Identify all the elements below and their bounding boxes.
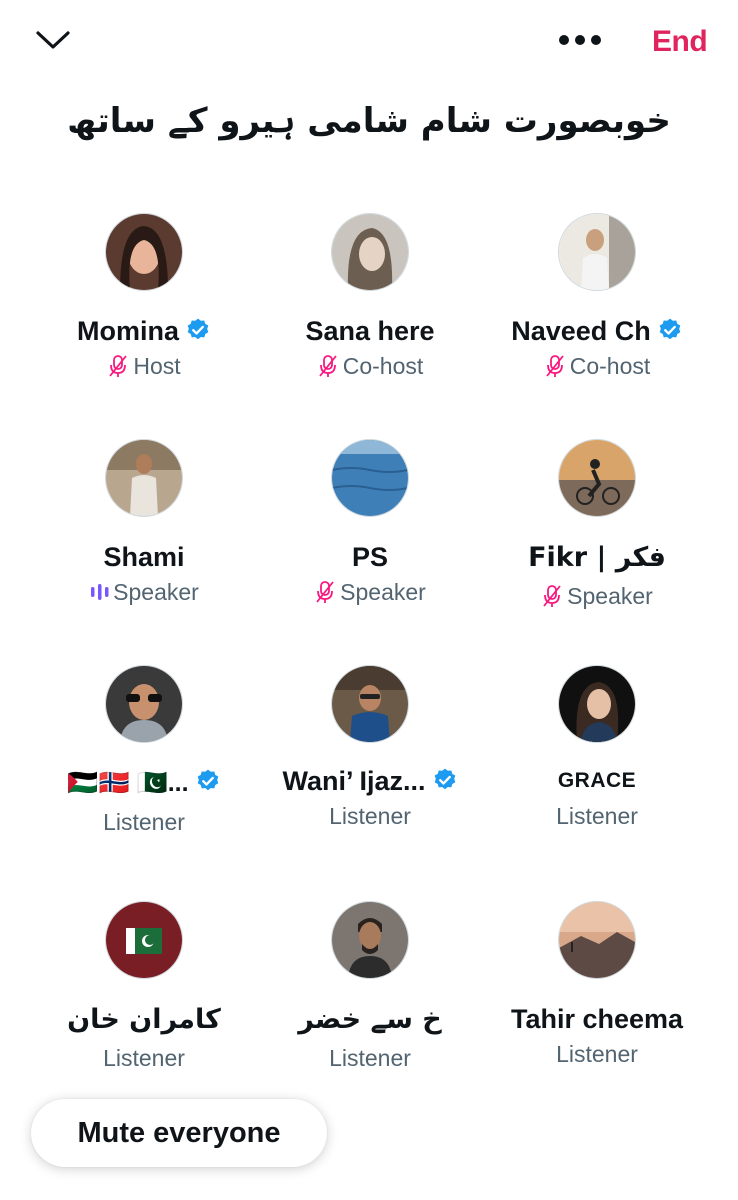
participant-name: Naveed Ch — [511, 316, 651, 346]
avatar — [105, 213, 183, 291]
avatar — [105, 665, 183, 743]
participant-flags[interactable]: 🇵🇸🇳🇴 🇵🇰... Listener — [24, 657, 264, 837]
mute-everyone-button[interactable]: Mute everyone — [31, 1099, 327, 1167]
participant-role: Listener — [556, 1041, 638, 1067]
participant-role: Co-host — [342, 353, 424, 379]
participant-wani-ijaz[interactable]: Wani’ Ijaz... Listener — [250, 657, 490, 831]
participant-kamran-khan[interactable]: کامران خان Listener — [24, 893, 264, 1073]
avatar — [558, 665, 636, 743]
participant-name: Tahir cheema — [510, 1004, 684, 1034]
space-title: خوبصورت شام شامی ہیرو کے ساتھ — [67, 101, 671, 141]
participant-role: Listener — [329, 1045, 411, 1071]
participant-ps[interactable]: PS Speaker — [250, 431, 490, 607]
avatar — [331, 439, 409, 517]
participant-name: PS — [351, 542, 389, 572]
participant-row: Momina Host Sana here Co-host Naveed Ch … — [0, 205, 738, 431]
participant-row: 🇵🇸🇳🇴 🇵🇰... Listener Wani’ Ijaz... Listen… — [0, 657, 738, 893]
end-space-button[interactable]: End — [652, 22, 708, 62]
participant-naveed-ch[interactable]: Naveed Ch Co-host — [477, 205, 717, 381]
participant-name: کامران خان — [67, 1004, 221, 1035]
avatar — [105, 901, 183, 979]
participant-role: Speaker — [340, 579, 426, 605]
participant-row: Shami Speaker PS Speaker Fikr | فکر Spea… — [0, 431, 738, 657]
participant-name: Shami — [103, 542, 185, 572]
verified-badge-icon — [197, 769, 218, 791]
participant-tahir-cheema[interactable]: Tahir cheema Listener — [477, 893, 717, 1069]
mic-muted-icon — [546, 355, 564, 377]
avatar — [105, 439, 183, 517]
mic-muted-icon — [316, 581, 334, 603]
participant-grace[interactable]: GRACE Listener — [477, 657, 717, 831]
avatar — [558, 439, 636, 517]
participant-name: GRACE — [557, 769, 637, 792]
mic-muted-icon — [109, 355, 128, 377]
participant-name: Momina — [76, 316, 179, 346]
participant-row: کامران خان Listener خ سے خضر Listener Ta… — [0, 893, 738, 1119]
verified-badge-icon — [187, 318, 209, 340]
mic-muted-icon — [543, 585, 561, 607]
participant-role: Listener — [556, 803, 638, 829]
participant-grid: Momina Host Sana here Co-host Naveed Ch … — [0, 205, 738, 1119]
participant-role: Listener — [329, 803, 411, 829]
participant-name: Wani’ Ijaz... — [282, 766, 426, 796]
mic-muted-icon — [319, 355, 337, 377]
chevron-down-icon[interactable] — [34, 26, 72, 54]
participant-sana-here[interactable]: Sana here Co-host — [250, 205, 490, 381]
participant-name: خ سے خضر — [298, 1004, 442, 1035]
participant-name: 🇵🇸🇳🇴 🇵🇰... — [67, 769, 189, 797]
participant-role: Co-host — [569, 353, 651, 379]
participant-shami[interactable]: Shami Speaker — [24, 431, 264, 607]
avatar — [331, 665, 409, 743]
avatar — [558, 213, 636, 291]
participant-fikr[interactable]: Fikr | فکر Speaker — [477, 431, 717, 611]
participant-momina[interactable]: Momina Host — [24, 205, 264, 381]
participant-role: Speaker — [567, 583, 653, 609]
participant-name: Fikr | فکر — [528, 542, 666, 573]
space-top-bar: End — [0, 0, 738, 82]
participant-kh-se-khizar[interactable]: خ سے خضر Listener — [250, 893, 490, 1073]
avatar — [558, 901, 636, 979]
participant-name: Sana here — [305, 316, 435, 346]
participant-role: Host — [133, 353, 181, 379]
avatar — [331, 901, 409, 979]
verified-badge-icon — [434, 768, 455, 790]
speaking-bars-icon — [91, 584, 109, 600]
participant-role: Speaker — [113, 579, 199, 605]
avatar — [331, 213, 409, 291]
participant-role: Listener — [103, 1045, 185, 1071]
participant-role: Listener — [103, 809, 185, 835]
more-horizontal-icon[interactable] — [556, 30, 604, 50]
verified-badge-icon — [659, 318, 681, 340]
